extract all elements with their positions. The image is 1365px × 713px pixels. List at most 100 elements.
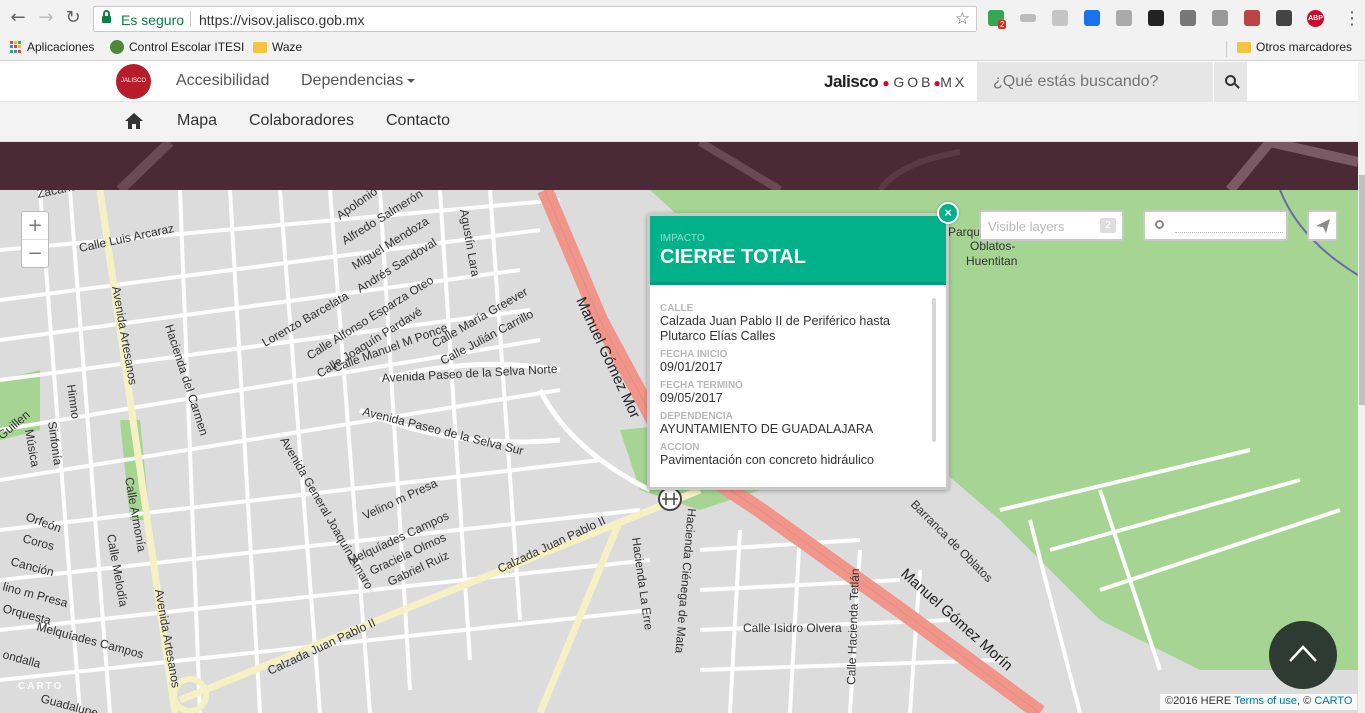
site-search-input[interactable] (977, 62, 1213, 102)
dependencies-dropdown[interactable]: Dependencias (301, 72, 416, 90)
url-text[interactable]: https://visov.jalisco.gob.mx (199, 12, 364, 28)
visible-layers-button[interactable]: Visible layers 2 (979, 210, 1124, 241)
search-icon (1155, 220, 1164, 229)
bookmark-label: Control Escolar ITESI (129, 40, 245, 54)
street-label: Avenida Artesanos (109, 285, 140, 386)
popup-body[interactable]: CALLE Calzada Juan Pablo II de Periféric… (660, 298, 928, 484)
dependencies-label: Dependencias (301, 72, 404, 89)
street-label: Hacienda Ciénega de Mata (672, 508, 699, 654)
bookmark-apps[interactable]: Aplicaciones (10, 40, 94, 54)
menu-kebab-icon[interactable]: ⋮ (1343, 8, 1361, 29)
scroll-to-top-button[interactable] (1269, 621, 1337, 689)
zoom-in-button[interactable]: + (22, 212, 48, 240)
site-header: JALISCO Accesibilidad Dependencias Jalis… (0, 62, 1358, 102)
extension-icon-8[interactable] (1212, 10, 1228, 26)
field-label: FECHA TERMINO (660, 380, 743, 391)
park-label: Huentitan (966, 254, 1017, 268)
zoom-out-button[interactable]: − (22, 240, 48, 268)
folder-icon (253, 41, 267, 53)
extension-icon-10[interactable] (1276, 10, 1292, 26)
extension-icon-2[interactable] (1020, 14, 1036, 22)
park-label: Oblatos- (970, 239, 1015, 253)
bookmark-label: Aplicaciones (27, 40, 95, 54)
street-label: Agustín Lara (457, 208, 483, 278)
bookmark-waze[interactable]: Waze (253, 40, 302, 54)
page-scrollbar-thumb[interactable] (1359, 175, 1365, 405)
bookmark-control-escolar[interactable]: Control Escolar ITESI (110, 40, 244, 54)
popup-scrollbar[interactable] (932, 298, 936, 442)
map-attribution: ©2016 HERE Terms of use, © CARTO (1160, 694, 1358, 710)
street-label: Himno (64, 383, 83, 420)
street-label: Calle Hacienda Tetlán (844, 568, 862, 685)
popup-kicker: IMPACTO (660, 233, 705, 244)
hero-banner (0, 142, 1358, 190)
map-search-input[interactable] (1143, 210, 1288, 241)
layers-count-badge: 2 (1100, 218, 1116, 233)
nav-contacto[interactable]: Contacto (386, 112, 450, 130)
street-label: ondalla (1, 647, 42, 671)
bookmark-star-icon[interactable]: ☆ (955, 9, 970, 29)
popup-close-button[interactable]: × (937, 202, 959, 224)
home-icon[interactable] (125, 113, 143, 129)
street-label: Guadalupe (39, 691, 100, 713)
nav-colaboradores[interactable]: Colaboradores (249, 112, 354, 130)
street-label: Música (22, 428, 42, 468)
terms-link[interactable]: Terms of use (1234, 695, 1297, 707)
site-search (977, 62, 1213, 102)
site-nav: Mapa Colaboradores Contacto (0, 102, 1358, 142)
jalisco-logo[interactable]: JALISCO (116, 64, 151, 99)
back-icon[interactable]: ← (8, 8, 28, 28)
drive-icon[interactable] (1052, 10, 1068, 26)
accessibility-link[interactable]: Accesibilidad (176, 72, 269, 90)
w-extension-icon[interactable] (1116, 10, 1132, 26)
download-icon[interactable] (1084, 10, 1100, 26)
nav-mapa[interactable]: Mapa (177, 112, 217, 130)
brand-gob: GOB (893, 74, 934, 90)
street-label: Calle Luis Arcaraz (78, 221, 176, 255)
share-button[interactable] (1307, 210, 1338, 241)
street-label: Zacarías (36, 190, 85, 201)
street-label: Orfeón (24, 510, 63, 536)
pdf-icon[interactable] (1244, 10, 1260, 26)
jalisco-brand[interactable]: Jalisco ● GOB●MX (824, 72, 967, 92)
field-value: Pavimentación con concreto hidráulico (660, 453, 875, 467)
field-label: ACCION (660, 442, 700, 453)
brand-mx: MX (940, 74, 968, 90)
folder-icon (1237, 41, 1251, 53)
caret-down-icon (407, 78, 416, 83)
address-bar[interactable]: Es seguro https://visov.jalisco.gob.mx ☆ (93, 6, 977, 32)
layers-label: Visible layers (988, 219, 1065, 234)
field-value: 09/01/2017 (660, 360, 723, 374)
street-label: Avenida Artesanos (152, 588, 183, 689)
extension-icon-6[interactable] (1148, 10, 1164, 26)
zoom-control: + − (21, 211, 49, 268)
carto-link[interactable]: CARTO (1314, 695, 1352, 707)
popup-header: IMPACTO CIERRE TOTAL (650, 216, 946, 285)
extension-icon-7[interactable] (1180, 10, 1196, 26)
bookmark-label: Waze (272, 40, 303, 54)
field-label: CALLE (660, 303, 694, 314)
popup-title: CIERRE TOTAL (660, 246, 806, 268)
reload-icon[interactable]: ↻ (63, 8, 83, 28)
street-label: Coros (21, 531, 56, 553)
highway-label: Manuel Gómez Mor (572, 295, 643, 422)
site-search-button[interactable] (1213, 62, 1247, 102)
field-value: 09/05/2017 (660, 391, 723, 405)
bookmark-other[interactable]: Otros marcadores (1237, 40, 1352, 54)
field-label: FECHA INICIO (660, 349, 728, 360)
street-label: Calle Melodía (104, 533, 131, 608)
attribution-sep: , © (1297, 695, 1312, 707)
street-label: Sinfonía (45, 420, 65, 466)
attribution-here: ©2016 HERE (1165, 695, 1232, 707)
adblock-icon[interactable]: ABP (1307, 10, 1324, 27)
info-popup: IMPACTO CIERRE TOTAL CALLE Calzada Juan … (647, 213, 949, 490)
carto-watermark: CARTO (18, 681, 64, 692)
send-icon (1316, 219, 1330, 233)
forward-icon[interactable]: → (36, 8, 56, 28)
street-label: Calzada Juan Pablo II (265, 615, 377, 677)
field-value: Calzada Juan Pablo II de Periférico hast… (660, 314, 890, 343)
itesi-icon (110, 40, 124, 54)
chevron-up-icon (1289, 645, 1317, 662)
bookmarks-bar: Aplicaciones Control Escolar ITESI Waze … (0, 37, 1365, 61)
lock-icon (102, 10, 111, 24)
